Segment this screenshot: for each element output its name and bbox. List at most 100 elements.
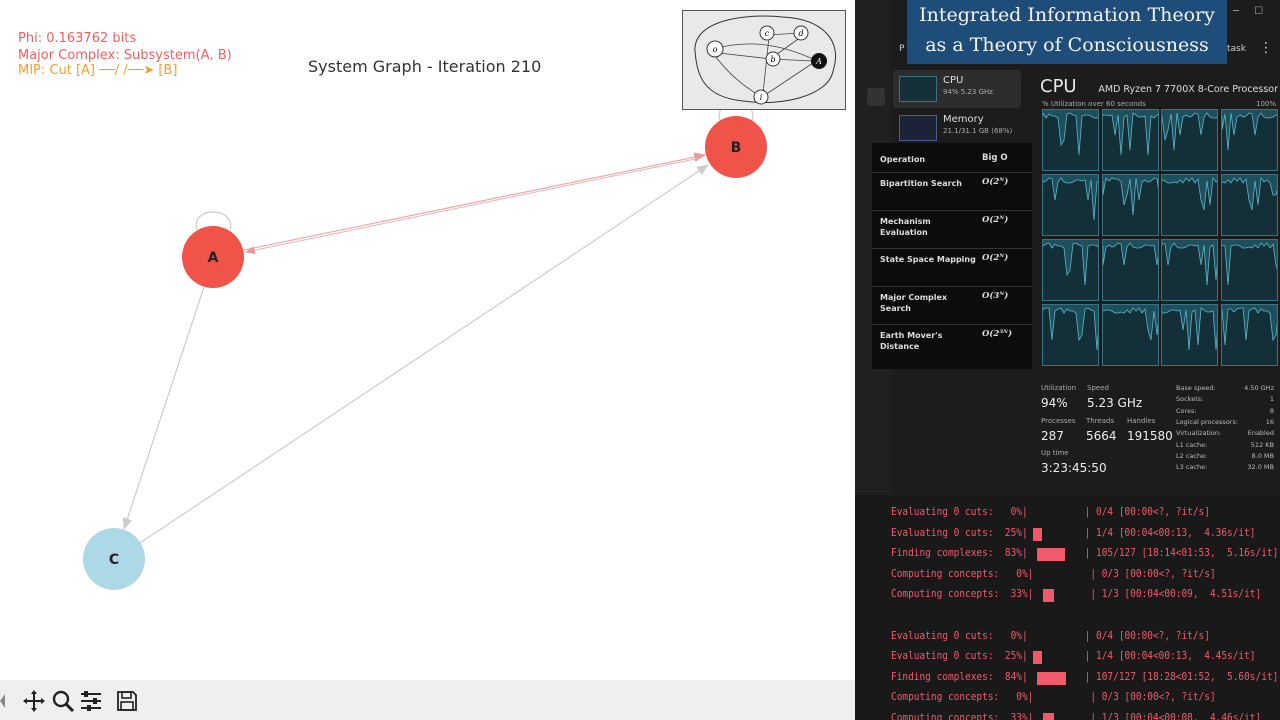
task-manager-panel: P task ⋮ CPU 94% 5.23 GHz Memory 21.1/31… — [855, 0, 1280, 495]
nav-cpu-label: CPU — [943, 75, 964, 86]
terminal-line: Evaluating 0 cuts: 0%| | 0/4 [00:00<?, ?… — [891, 505, 1210, 518]
cpu-spec-key: L2 cache: — [1176, 451, 1208, 460]
consciousness-diagram-thumbnail: o c d b A i — [682, 10, 846, 110]
processes-value: 287 — [1041, 429, 1064, 443]
progress-bar-fill — [1033, 651, 1042, 665]
nav-cpu-sub: 94% 5.23 GHz — [943, 88, 993, 96]
terminal-line: Computing concepts: 33%| | 1/3 [00:04<00… — [891, 711, 1262, 720]
terminal-line: Evaluating 0 cuts: 25%| | 1/4 [00:04<00:… — [891, 649, 1256, 663]
uptime-value: 3:23:45:50 — [1041, 461, 1107, 475]
terminal-line: Computing concepts: 0%| | 0/3 [00:00<?, … — [891, 566, 1216, 580]
cpu-spec-value: 16 — [1265, 417, 1274, 426]
nav-memory-label: Memory — [943, 114, 984, 125]
terminal-output: Evaluating 0 cuts: 0%| | 0/4 [00:00<?, ?… — [855, 495, 1280, 720]
terminal-line: Finding complexes: 83%| | 105/127 [18:14… — [891, 546, 1279, 560]
complexity-row: Major Complex Search O(3ᴺ) — [872, 287, 1032, 325]
cpu-spec-key: L3 cache: — [1176, 463, 1208, 472]
complexity-table-header: Operation Big O — [872, 143, 1032, 173]
terminal-line: Evaluating 0 cuts: 0%| | 0/4 [00:00<?, ?… — [891, 628, 1210, 642]
cpu-core-graph — [1101, 174, 1159, 236]
cpu-core-graph — [1101, 109, 1159, 171]
threads-label: Threads — [1086, 417, 1115, 425]
cpu-core-graph — [1161, 304, 1218, 366]
speed-label: Speed — [1087, 384, 1109, 392]
cpu-spec-value: 32.0 MB — [1247, 463, 1274, 472]
cpu-spec-key: Base speed: — [1176, 384, 1216, 392]
complexity-row: Mechanism Evaluation O(2ᴺ) — [872, 211, 1032, 249]
cpu-spec-key: Sockets: — [1176, 395, 1204, 404]
utilization-value: 94% — [1041, 396, 1068, 410]
speed-value: 5.23 GHz — [1087, 396, 1143, 410]
configure-icon[interactable] — [78, 688, 104, 714]
terminal-line: Finding complexes: 84%| | 107/127 [18:28… — [891, 669, 1279, 683]
complexity-value: O(2ᴺ) — [982, 177, 1009, 187]
complexity-row: Bipartition Search O(2ᴺ) — [872, 173, 1032, 211]
big-o-header: Big O — [982, 153, 1008, 163]
operation-name: Major Complex Search — [880, 293, 948, 313]
threads-value: 5664 — [1086, 429, 1117, 443]
back-arrow-icon[interactable] — [0, 694, 5, 708]
edge-a-to-c — [122, 286, 205, 531]
progress-bar-fill — [1043, 589, 1054, 603]
zoom-icon[interactable] — [50, 688, 76, 714]
thumb-node-c: c — [765, 29, 770, 38]
nav-toggle-icon[interactable] — [867, 88, 885, 106]
cpu-core-graph — [1220, 239, 1278, 301]
uptime-label: Up time — [1041, 449, 1069, 457]
nav-cpu[interactable]: CPU 94% 5.23 GHz — [893, 70, 1021, 108]
terminal-line: Computing concepts: 0%| | 0/3 [00:00<?, … — [891, 690, 1216, 704]
cpu-core-graph — [1220, 174, 1278, 236]
operation-name: Earth Mover's Distance — [880, 331, 943, 351]
thumb-node-i: i — [760, 93, 763, 102]
edge-c-to-b — [139, 164, 709, 544]
cpu-core-graph — [1161, 239, 1218, 301]
progress-bar-fill — [1037, 671, 1066, 685]
cpu-core-graph — [1042, 304, 1099, 366]
node-c: C — [83, 528, 145, 590]
utilization-label: Utilization — [1041, 384, 1077, 392]
cpu-core-graphs — [1042, 109, 1278, 367]
operation-name: Bipartition Search — [880, 179, 962, 188]
nav-memory[interactable]: Memory 21.1/31.1 GB (68%) — [893, 109, 1021, 147]
cpu-spec-value: 512 KB — [1250, 440, 1274, 449]
nav-memory-sub: 21.1/31.1 GB (68%) — [943, 127, 1013, 135]
complexity-row: Earth Mover's Distance O(2³ᴺ) — [872, 325, 1032, 363]
cpu-core-graph — [1161, 174, 1218, 236]
operation-name: Mechanism Evaluation — [880, 217, 931, 237]
utilization-max-label: 100% — [1255, 100, 1276, 108]
node-b: B — [705, 116, 767, 178]
graph-plot-window: Phi: 0.163762 bits Major Complex: Subsys… — [0, 0, 855, 720]
cpu-spec-value: 1 — [1269, 395, 1274, 404]
cpu-core-graph — [1161, 109, 1218, 171]
complexity-value: O(2³ᴺ) — [982, 329, 1012, 339]
window-controls[interactable]: ─ ☐ — [1233, 6, 1263, 17]
thumb-node-a: A — [815, 57, 822, 66]
cpu-title: CPU — [1040, 76, 1077, 97]
banner-line-2: as a Theory of Consciousness — [925, 34, 1209, 56]
save-icon[interactable] — [114, 688, 140, 714]
complexity-row: State Space Mapping O(2ᴺ) — [872, 249, 1032, 287]
node-c-label: C — [109, 552, 119, 568]
cpu-core-graph — [1220, 304, 1278, 366]
complexity-table: Operation Big O Bipartition Search O(2ᴺ)… — [872, 143, 1032, 369]
complexity-value: O(2ᴺ) — [982, 215, 1009, 225]
cpu-model: AMD Ryzen 7 7700X 8-Core Processor — [1098, 84, 1278, 95]
cpu-spec-key: Virtualization: — [1176, 429, 1222, 438]
maximize-icon[interactable]: ☐ — [1254, 6, 1263, 17]
minimize-icon[interactable]: ─ — [1233, 6, 1239, 17]
more-options-icon[interactable]: ⋮ — [1259, 40, 1273, 56]
progress-bar-fill — [1037, 548, 1065, 562]
cpu-sparkline — [899, 76, 937, 102]
cpu-spec-key: Logical processors: — [1176, 417, 1239, 426]
cpu-core-graph — [1101, 239, 1159, 301]
cpu-core-graph — [1042, 174, 1099, 236]
plot-toolbar — [0, 680, 855, 720]
complexity-value: O(2ᴺ) — [982, 253, 1009, 263]
handles-label: Handles — [1127, 417, 1156, 425]
iit-banner: Integrated Information Theory as a Theor… — [907, 0, 1227, 64]
edge-a-to-b — [243, 152, 707, 251]
run-task-label[interactable]: task — [1227, 44, 1246, 54]
move-icon[interactable] — [21, 688, 47, 714]
utilization-graph-label: % Utilization over 60 seconds — [1042, 100, 1146, 108]
banner-line-1: Integrated Information Theory — [919, 4, 1215, 26]
